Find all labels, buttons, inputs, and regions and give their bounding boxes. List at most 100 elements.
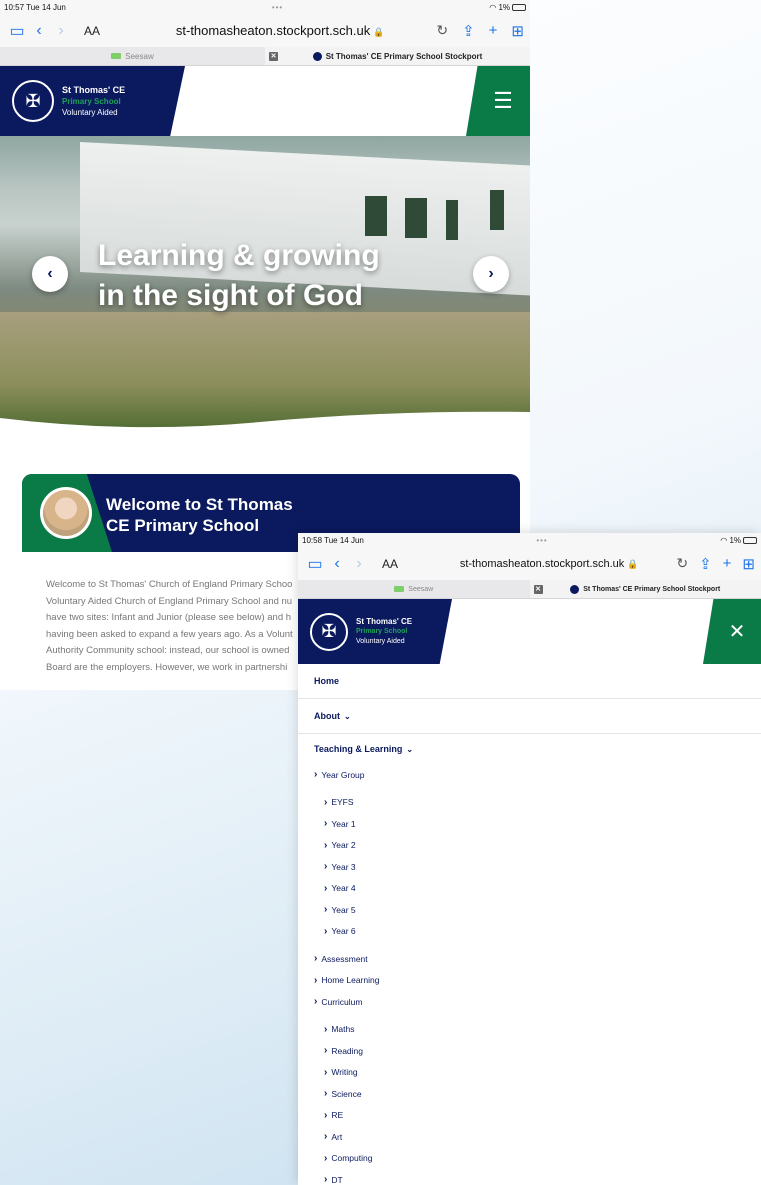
nav-item-science[interactable]: › Science — [298, 1083, 761, 1105]
chevron-right-icon: › — [314, 974, 318, 986]
browser-toolbar: ▭ ‹ › AA st-thomasheaton.stockport.sch.u… — [0, 14, 530, 47]
hero-title-line: Learning & growing — [98, 239, 380, 272]
nav-label: Computing — [331, 1153, 373, 1164]
tab-label: St Thomas' CE Primary School Stockport — [583, 585, 721, 593]
nav-label: Teaching & Learning — [314, 744, 403, 754]
tab-strip: Seesaw ✕ St Thomas' CE Primary School Sto… — [298, 580, 761, 599]
share-icon[interactable]: ⇪ — [699, 555, 712, 573]
close-menu-button[interactable]: ✕ — [703, 599, 761, 664]
nav-label: RE — [331, 1110, 344, 1121]
nav-label: Year 3 — [331, 861, 356, 872]
nav-label: Home — [314, 676, 340, 686]
seesaw-favicon-icon — [111, 53, 122, 59]
nav-item-dt[interactable]: › DT — [298, 1169, 761, 1185]
tabs-grid-icon[interactable]: ⊞ — [742, 555, 755, 573]
hero-title: Learning & growing in the sight of God — [98, 236, 380, 316]
nav-item-re[interactable]: › RE — [298, 1105, 761, 1127]
nav-item-about[interactable]: About ⌄ — [298, 699, 761, 734]
nav-item-maths[interactable]: › Maths — [298, 1019, 761, 1041]
school-crest-icon: ✠ — [12, 80, 54, 122]
nav-item-computing[interactable]: › Computing — [298, 1148, 761, 1170]
hero-wave-divider — [0, 411, 530, 432]
nav-item-teaching-learning[interactable]: Teaching & Learning ⌄ — [298, 734, 761, 764]
nav-item-home-learning[interactable]: › Home Learning — [298, 970, 761, 992]
forward-icon[interactable]: › — [348, 555, 370, 573]
back-icon[interactable]: ‹ — [28, 22, 50, 40]
nav-item-year-group[interactable]: › Year Group — [298, 764, 761, 786]
welcome-title-line: Welcome to St Thomas — [106, 495, 293, 514]
school-name: St Thomas' CE — [62, 84, 126, 95]
nav-item-year-5[interactable]: › Year 5 — [298, 899, 761, 921]
wifi-icon: ◠ — [489, 2, 497, 12]
nav-item-home[interactable]: Home — [298, 664, 761, 699]
chevron-right-icon: › — [324, 818, 328, 830]
nav-menu: Home About ⌄ Teaching & Learning ⌄ › Year G… — [298, 664, 761, 1185]
hero-window — [365, 196, 387, 236]
chevron-right-icon: › — [324, 1152, 328, 1164]
battery-percent: 1% — [729, 535, 741, 545]
chevron-right-icon: › — [324, 904, 328, 916]
sidebar-icon[interactable]: ▭ — [304, 554, 326, 574]
menu-button[interactable]: ☰ — [466, 66, 530, 136]
chevron-right-icon: › — [324, 796, 328, 808]
chevron-right-icon: › — [314, 769, 318, 781]
address-bar[interactable]: st-thomasheaton.stockport.sch.uk 🔒 — [422, 558, 676, 570]
nav-label: Home Learning — [321, 975, 380, 986]
chevron-left-icon: ‹ — [47, 265, 53, 282]
nav-item-art[interactable]: › Art — [298, 1126, 761, 1148]
status-date: Tue 14 Jun — [324, 535, 364, 545]
tab-st-thomas[interactable]: ✕ St Thomas' CE Primary School Stockport — [529, 580, 761, 598]
nav-item-writing[interactable]: › Writing — [298, 1062, 761, 1084]
close-tab-icon[interactable]: ✕ — [269, 51, 278, 61]
address-bar[interactable]: st-thomasheaton.stockport.sch.uk 🔒 — [124, 23, 436, 38]
tab-seesaw[interactable]: Seesaw — [298, 580, 530, 598]
multitask-dots[interactable]: ••• — [272, 3, 283, 12]
hamburger-icon: ☰ — [493, 88, 513, 113]
reload-icon[interactable]: ↻ — [676, 555, 688, 572]
nav-item-reading[interactable]: › Reading — [298, 1040, 761, 1062]
tabs-grid-icon[interactable]: ⊞ — [511, 22, 524, 40]
plus-icon[interactable]: + — [489, 22, 498, 39]
plus-icon[interactable]: + — [723, 555, 732, 572]
school-subname: Primary School — [356, 627, 408, 635]
tab-seesaw[interactable]: Seesaw — [0, 47, 265, 65]
hero-window — [405, 198, 427, 238]
status-time: 10:57 — [4, 2, 25, 12]
nav-label: Year 5 — [331, 904, 356, 915]
welcome-title-line: CE Primary School — [106, 516, 260, 535]
nav-item-year-2[interactable]: › Year 2 — [298, 835, 761, 857]
nav-item-year-6[interactable]: › Year 6 — [298, 921, 761, 943]
nav-label: Science — [331, 1088, 362, 1099]
chevron-right-icon: › — [324, 1109, 328, 1121]
chevron-right-icon: › — [324, 1174, 328, 1185]
multitask-dots[interactable]: ••• — [536, 536, 547, 545]
nav-item-year-3[interactable]: › Year 3 — [298, 856, 761, 878]
school-tag: Voluntary Aided — [356, 637, 405, 645]
reload-icon[interactable]: ↻ — [436, 22, 448, 39]
nav-item-assessment[interactable]: › Assessment — [298, 948, 761, 970]
wifi-icon: ◠ — [720, 535, 728, 545]
forward-icon[interactable]: › — [50, 22, 72, 40]
carousel-next-button[interactable]: › — [473, 256, 509, 292]
screenshot-menu-open: 10:58 Tue 14 Jun ••• ◠ 1% ▭ ‹ › AA st-th… — [298, 533, 761, 1185]
nav-item-year-1[interactable]: › Year 1 — [298, 813, 761, 835]
chevron-right-icon: › — [314, 996, 318, 1008]
nav-item-curriculum[interactable]: › Curriculum — [298, 991, 761, 1013]
chevron-right-icon: › — [324, 1088, 328, 1100]
tab-st-thomas[interactable]: ✕ St Thomas' CE Primary School Stockport — [265, 47, 530, 65]
site-logo[interactable]: ✠ St Thomas' CE Primary School Voluntary… — [0, 66, 185, 136]
nav-item-eyfs[interactable]: › EYFS — [298, 792, 761, 814]
carousel-prev-button[interactable]: ‹ — [32, 256, 68, 292]
close-tab-icon[interactable]: ✕ — [533, 584, 543, 594]
back-icon[interactable]: ‹ — [326, 555, 348, 573]
nav-item-year-4[interactable]: › Year 4 — [298, 878, 761, 900]
site-logo[interactable]: ✠ St Thomas' CE Primary School Voluntary… — [298, 599, 452, 664]
url-text: st-thomasheaton.stockport.sch.uk — [459, 557, 625, 570]
sidebar-icon[interactable]: ▭ — [6, 21, 28, 41]
nav-label: Year Group — [321, 769, 365, 780]
hero-banner: Learning & growing in the sight of God ‹… — [0, 136, 530, 432]
reader-aa-button[interactable]: AA — [84, 24, 124, 38]
reader-aa-button[interactable]: AA — [382, 557, 422, 571]
share-icon[interactable]: ⇪ — [462, 22, 475, 40]
nav-label: Reading — [331, 1045, 364, 1056]
